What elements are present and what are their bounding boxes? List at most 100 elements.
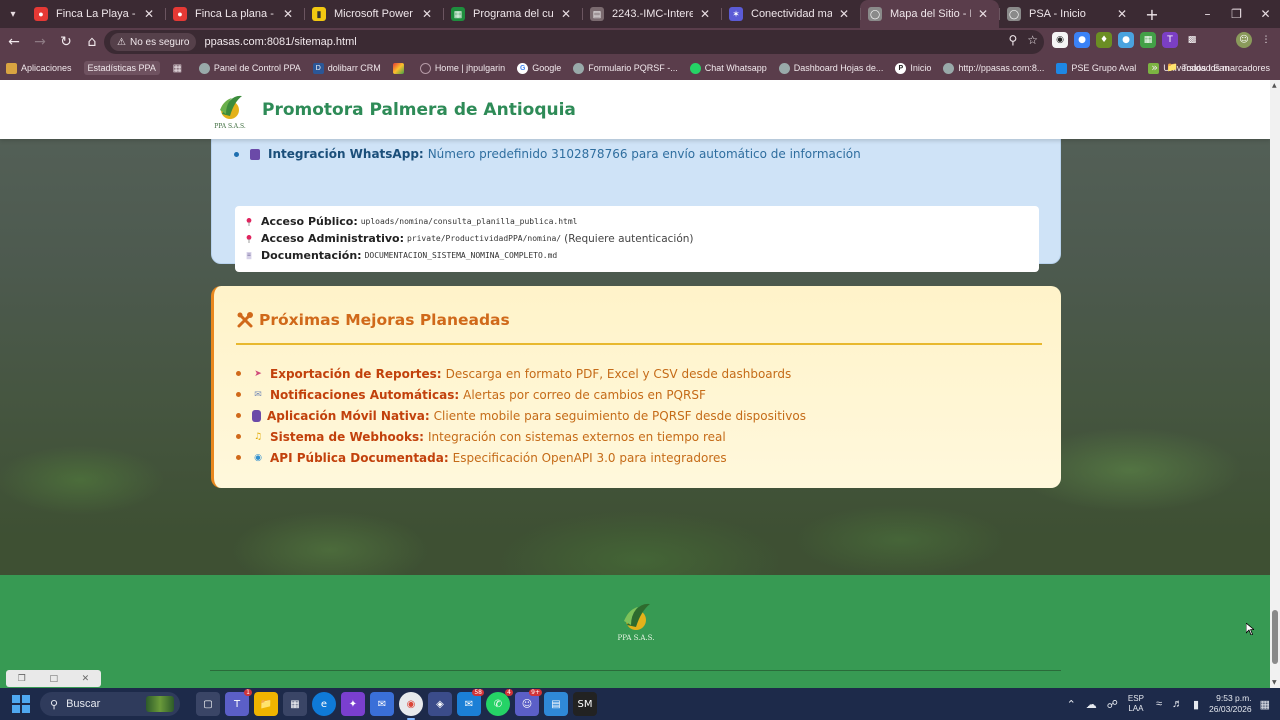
bookmark-item[interactable]: Dashboard Hojas de... — [778, 62, 883, 74]
cloud-off-icon[interactable]: ☁ — [1086, 698, 1097, 711]
edge-icon[interactable]: e — [312, 692, 336, 716]
file-explorer-icon[interactable]: 📁 — [254, 692, 278, 716]
sm-app-icon[interactable]: SM — [573, 692, 597, 716]
close-icon[interactable]: ✕ — [280, 7, 296, 21]
teams-icon[interactable]: T1 — [225, 689, 252, 716]
copilot-icon[interactable]: ✦ — [341, 692, 365, 716]
language-indicator[interactable]: ESP LAA — [1128, 694, 1144, 714]
tab-power-bi[interactable]: ▮ Microsoft Power BI ✕ — [304, 0, 443, 28]
menu-dots-icon[interactable]: ⋮ — [1258, 32, 1274, 48]
chrome-icon[interactable]: ◉ — [399, 692, 423, 720]
back-icon[interactable]: ← — [2, 30, 26, 54]
store-icon[interactable]: ▦ — [283, 692, 307, 716]
bookmark-item[interactable]: http://ppasas.com:8... — [943, 62, 1044, 74]
access-path[interactable]: DOCUMENTACION_SISTEMA_NOMINA_COMPLETO.md — [365, 251, 558, 260]
bookmark-item[interactable]: Panel de Control PPA — [198, 62, 301, 74]
vscode-icon[interactable]: ◈ — [428, 692, 452, 716]
bookmark-item[interactable]: ▦ — [172, 63, 187, 74]
sheets-icon: ▦ — [451, 7, 465, 21]
tab-search-button[interactable]: ▾ — [0, 0, 26, 28]
close-icon[interactable]: ✕ — [82, 674, 90, 684]
bookmark-item[interactable]: P Inicio — [895, 62, 931, 74]
copy-icon[interactable]: ❐ — [18, 674, 26, 684]
home-icon[interactable]: ⌂ — [80, 30, 104, 54]
close-icon[interactable]: ✕ — [836, 7, 852, 21]
footer-logo[interactable]: PPA S.A.S. — [614, 600, 658, 642]
bookmark-star-icon[interactable]: ☆ — [1027, 33, 1038, 47]
maximize-icon[interactable]: □ — [49, 674, 58, 684]
extensions-puzzle-icon[interactable]: ▩ — [1184, 32, 1200, 48]
security-label: No es seguro — [129, 36, 190, 48]
bookmark-item[interactable]: Aplicaciones — [6, 62, 72, 74]
outlook-icon[interactable]: ✉ — [370, 692, 394, 716]
restore-icon[interactable]: ❐ — [1222, 0, 1251, 28]
wifi-icon[interactable]: ≈ — [1156, 698, 1162, 710]
taskbar-search[interactable]: ⚲ Buscar — [40, 692, 180, 716]
access-path[interactable]: uploads/nomina/consulta_planilla_publica… — [361, 217, 578, 226]
reload-icon[interactable]: ↻ — [54, 30, 78, 54]
clock[interactable]: 9:53 p.m. 26/03/2026 — [1209, 693, 1252, 715]
page-viewport: PPA S.A.S. Promotora Palmera de Antioqui… — [0, 80, 1270, 688]
chevron-up-icon[interactable]: ⌃ — [1067, 698, 1076, 711]
avatar[interactable]: ☺ — [1236, 32, 1252, 48]
bookmark-item[interactable]: D dolibarr CRM — [312, 62, 381, 74]
bookmark-item[interactable]: Formulario PQRSF -... — [573, 62, 678, 74]
minimize-icon[interactable]: – — [1193, 0, 1222, 28]
tab-imc-intereses[interactable]: ▤ 2243.-IMC-Intereses-Mam ✕ — [582, 0, 721, 28]
window-controls: – ❐ ✕ — [1193, 0, 1280, 28]
volume-icon[interactable]: ♬ — [1172, 698, 1183, 710]
extension-icon[interactable]: ▦ — [1140, 32, 1156, 48]
close-icon[interactable]: ✕ — [558, 7, 574, 21]
bookmark-item[interactable]: PSE Grupo Aval — [1056, 62, 1136, 74]
more-bookmarks-icon[interactable]: » — [1151, 61, 1158, 74]
improvement-desc: Especificación OpenAPI 3.0 para integrad… — [452, 450, 727, 465]
bookmark-item[interactable] — [392, 62, 408, 74]
extension-icon[interactable]: ● — [1118, 32, 1134, 48]
bookmark-item[interactable]: Estadísticas PPA — [83, 61, 160, 75]
task-view-icon[interactable]: ▢ — [196, 692, 220, 716]
ppa-logo[interactable]: PPA S.A.S. — [212, 92, 248, 130]
notepad-icon[interactable]: ▤ — [544, 692, 568, 716]
extension-icon[interactable]: ● — [1074, 32, 1090, 48]
extension-icon[interactable]: ♦ — [1096, 32, 1112, 48]
teams-chat-icon[interactable]: ☺ 9+ — [515, 689, 542, 716]
scroll-thumb[interactable] — [1272, 610, 1278, 664]
tab-programa-curso[interactable]: ▦ Programa del curso para l ✕ — [443, 0, 582, 28]
improvement-desc: Cliente mobile para seguimiento de PQRSF… — [433, 408, 806, 423]
windows-start-icon[interactable] — [12, 695, 30, 713]
page-scrollbar[interactable]: ▲ ▼ — [1270, 80, 1280, 688]
battery-icon[interactable]: ▮ — [1193, 698, 1199, 711]
new-tab-button[interactable]: + — [1138, 0, 1166, 28]
close-icon[interactable]: ✕ — [1114, 7, 1130, 21]
close-icon[interactable]: ✕ — [975, 7, 991, 21]
bookmark-item[interactable]: Home | jhpulgarin — [419, 62, 505, 74]
close-icon[interactable]: ✕ — [419, 7, 435, 21]
security-chip[interactable]: ⚠ No es seguro — [110, 33, 197, 51]
address-bar[interactable]: ⚠ No es seguro ppasas.com:8081/sitemap.h… — [104, 30, 1044, 54]
url-text[interactable]: ppasas.com:8081/sitemap.html — [204, 36, 356, 48]
shield-icon[interactable]: ☍ — [1107, 698, 1118, 711]
tab-mapa-del-sitio[interactable]: ◯ Mapa del Sitio - Promotor ✕ — [860, 0, 999, 28]
scroll-down-icon[interactable]: ▼ — [1272, 679, 1277, 686]
all-bookmarks-button[interactable]: 📁 Todos los marcadores — [1167, 62, 1270, 73]
extension-icon[interactable]: T — [1162, 32, 1178, 48]
close-window-icon[interactable]: ✕ — [1251, 0, 1280, 28]
bookmark-item[interactable]: G Google — [517, 62, 561, 74]
tab-conectividad-maritima[interactable]: ✶ Conectividad marítima en ✕ — [721, 0, 860, 28]
access-path[interactable]: private/ProductividadPPA/nomina/ — [407, 234, 561, 243]
forward-icon[interactable]: → — [28, 30, 52, 54]
close-icon[interactable]: ✕ — [141, 7, 157, 21]
mail-icon[interactable]: ✉ 58 — [457, 689, 484, 716]
improvement-list: ➤ Exportación de Reportes: Descarga en f… — [236, 363, 806, 468]
tab-finca-la-plana[interactable]: ● Finca La plana - Google Maps ✕ — [165, 0, 304, 28]
tab-psa-inicio[interactable]: ◯ PSA - Inicio ✕ — [999, 0, 1138, 28]
extension-icon[interactable]: ◉ — [1052, 32, 1068, 48]
close-icon[interactable]: ✕ — [697, 7, 713, 21]
zoom-icon[interactable]: ⚲ — [1008, 33, 1017, 47]
whatsapp-icon[interactable]: ✆ 4 — [486, 689, 513, 716]
notifications-icon[interactable]: ▦ — [1260, 698, 1270, 711]
scroll-up-icon[interactable]: ▲ — [1272, 82, 1277, 89]
tab-finca-la-playa[interactable]: ● Finca La Playa - Google Maps ✕ — [26, 0, 165, 28]
pse-icon — [1056, 62, 1068, 74]
bookmark-item[interactable]: Chat Whatsapp — [689, 62, 767, 74]
